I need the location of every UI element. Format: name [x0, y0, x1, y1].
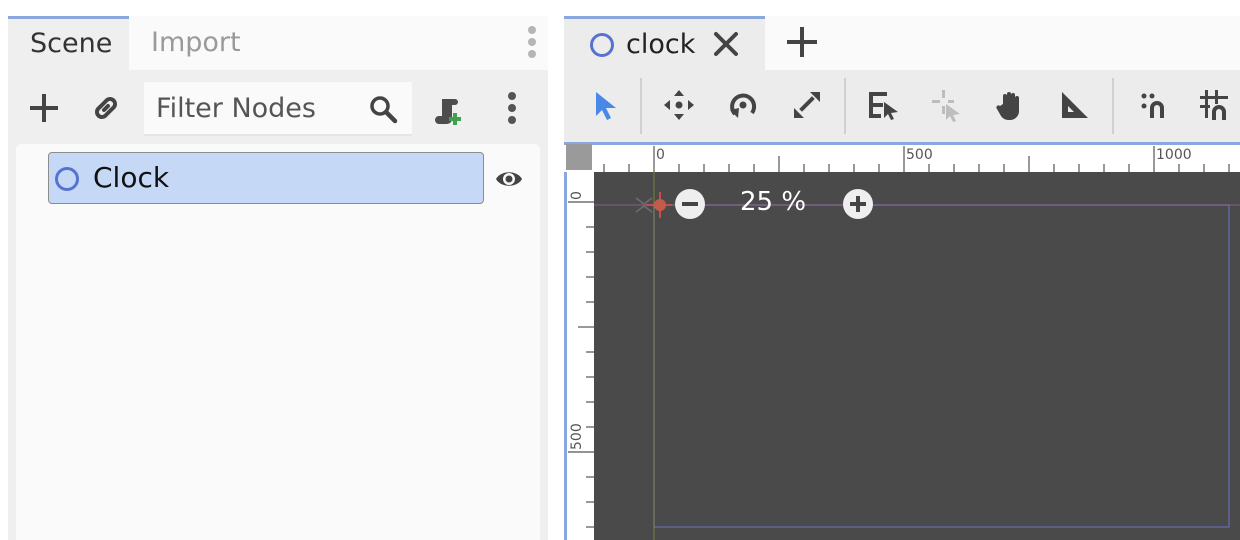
close-icon[interactable]: [712, 30, 740, 58]
canvas-guides: [594, 172, 1240, 540]
pan-tool-icon[interactable]: [994, 88, 1028, 122]
script-add-icon: [435, 99, 461, 125]
dock-menu-icon[interactable]: [528, 26, 536, 62]
scale-tool-icon[interactable]: [790, 88, 824, 122]
link-icon: [95, 97, 117, 119]
tab-import[interactable]: Import: [129, 16, 548, 70]
tab-clock[interactable]: clock: [564, 16, 765, 70]
move-tool-icon[interactable]: [662, 88, 696, 122]
add-node-button[interactable]: [26, 90, 62, 126]
filter-box: [144, 82, 412, 136]
ruler-label-top: 0: [656, 147, 665, 163]
search-icon: [370, 96, 398, 124]
scene-menu-icon[interactable]: [508, 92, 516, 128]
zoom-out-button[interactable]: [674, 188, 706, 220]
scene-tab-bar: clock: [564, 16, 1240, 70]
scene-toolbar: [8, 82, 548, 136]
left-ruler: 0 500: [564, 172, 594, 540]
attach-script-button[interactable]: [430, 92, 466, 128]
node2d-icon: [590, 33, 614, 57]
canvas-editor: clock 0 500 1000 0 500 25 %: [564, 16, 1240, 540]
ruler-label-top: 500: [906, 147, 933, 163]
ruler-label-left: 0: [569, 191, 585, 200]
scene-tab-label: clock: [626, 29, 696, 60]
canvas-viewport[interactable]: 0 500 1000 0 500 25 %: [564, 142, 1240, 540]
instance-scene-button[interactable]: [88, 90, 124, 126]
node2d-icon: [55, 167, 79, 191]
ruler-tool-icon[interactable]: [1058, 88, 1092, 122]
zoom-in-button[interactable]: [842, 188, 874, 220]
eye-icon[interactable]: [494, 164, 524, 194]
tab-scene[interactable]: Scene: [8, 16, 129, 70]
zoom-level-label[interactable]: 25 %: [740, 184, 806, 220]
dock-tab-bar: Scene Import: [8, 16, 548, 70]
tree-item-label: Clock: [93, 161, 170, 194]
toolbar-separator: [844, 78, 846, 134]
plus-icon: [30, 94, 58, 122]
tab-strip: [765, 16, 1240, 70]
list-select-icon[interactable]: [866, 88, 900, 122]
grid-snap-icon[interactable]: [1198, 88, 1232, 122]
scene-dock: Scene Import Filter Nodes Clock: [8, 16, 548, 540]
filter-nodes-input[interactable]: [156, 88, 356, 128]
ruler-corner: [566, 144, 592, 170]
rotate-tool-icon[interactable]: [726, 88, 760, 122]
select-tool-icon[interactable]: [588, 88, 622, 122]
tree-item-clock[interactable]: Clock: [48, 152, 484, 204]
ruler-label-left: 500: [569, 423, 585, 450]
scene-tree: Clock: [16, 144, 540, 540]
ruler-label-top: 1000: [1156, 147, 1192, 163]
toolbar-separator: [640, 78, 642, 134]
toolbar-separator: [1112, 78, 1114, 134]
pivot-tool-icon[interactable]: [930, 88, 964, 122]
node-origin-icon: [636, 192, 672, 218]
new-scene-tab-button[interactable]: [784, 24, 820, 60]
canvas-2d[interactable]: 25 %: [594, 172, 1240, 540]
editor-toolbar: [564, 74, 1240, 140]
top-ruler: 0 500 1000: [564, 142, 1240, 172]
smart-snap-icon[interactable]: [1138, 88, 1172, 122]
